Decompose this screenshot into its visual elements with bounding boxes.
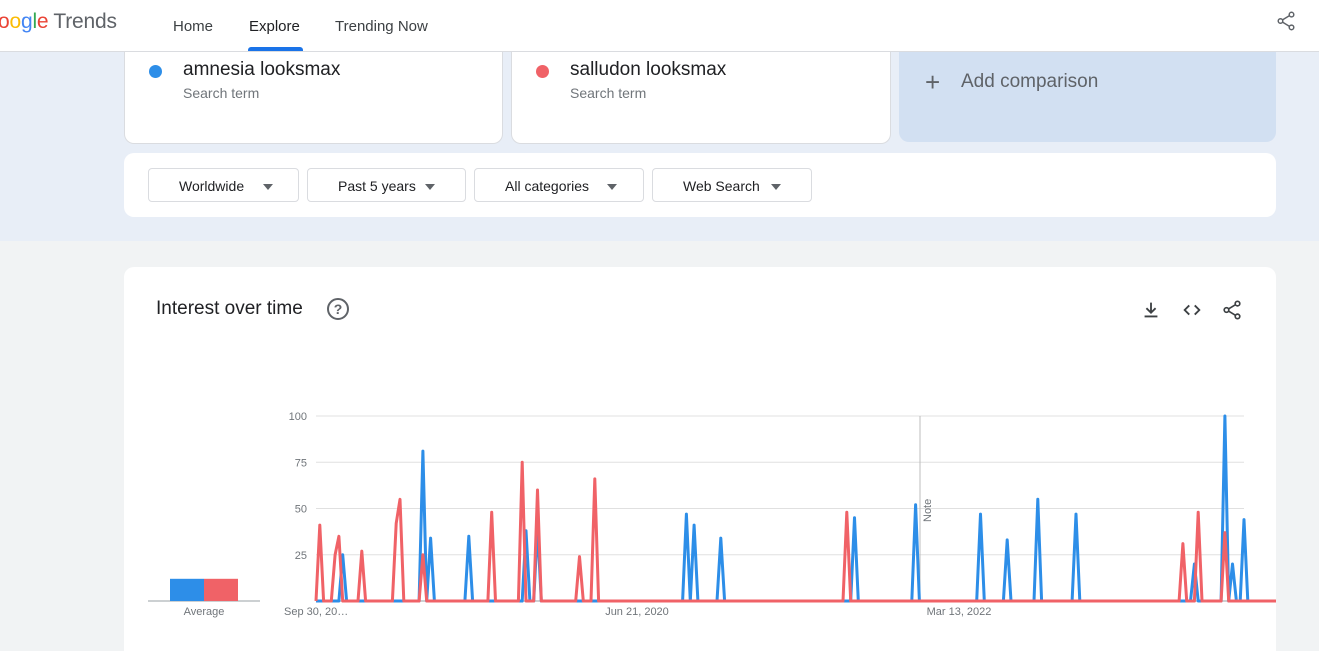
average-bar [170, 578, 204, 601]
filter-bar: Worldwide Past 5 years All categories We… [124, 153, 1276, 217]
term-name: amnesia looksmax [183, 59, 341, 80]
term-name: salludon looksmax [570, 59, 727, 80]
y-tick-label: 75 [295, 457, 307, 469]
share-icon[interactable] [1275, 10, 1297, 32]
nav-home[interactable]: Home [173, 0, 213, 52]
google-trends-logo[interactable]: oogle Trends [0, 10, 117, 34]
logo-trends-text: Trends [53, 10, 117, 33]
term-type: Search term [570, 85, 647, 101]
x-tick-label: Jun 21, 2020 [605, 606, 669, 618]
note-label: Note [922, 499, 934, 522]
caret-down-icon [607, 184, 617, 190]
average-label: Average [184, 606, 225, 618]
dropdown-label: Past 5 years [338, 178, 416, 194]
series-line-salludon [314, 460, 1276, 603]
y-tick-label: 50 [295, 504, 307, 516]
top-bar: oogle Trends Home Explore Trending Now [0, 0, 1319, 52]
search-type-dropdown[interactable]: Web Search [652, 168, 812, 202]
category-dropdown[interactable]: All categories [474, 168, 644, 202]
plus-icon: + [925, 67, 941, 97]
add-comparison-button[interactable]: + Add comparison [899, 52, 1276, 142]
dropdown-label: Worldwide [179, 178, 245, 194]
interest-over-time-card: Interest over time ? 25 50 75 100 Note Sep 30… [124, 267, 1276, 667]
time-range-dropdown[interactable]: Past 5 years [307, 168, 466, 202]
series-color-dot [149, 65, 162, 78]
average-bar [204, 578, 238, 601]
region-dropdown[interactable]: Worldwide [148, 168, 299, 202]
caret-down-icon [771, 184, 781, 190]
nav-trending-now[interactable]: Trending Now [335, 0, 428, 52]
interest-line-chart[interactable]: 25 50 75 100 Note Sep 30, 20… Jun 21, 2020 Mar … [124, 267, 1276, 651]
series-color-dot [536, 65, 549, 78]
term-card-amnesia[interactable]: amnesia looksmax Search term [124, 52, 503, 144]
dropdown-label: All categories [505, 178, 590, 194]
term-card-salludon[interactable]: salludon looksmax Search term [511, 52, 891, 144]
caret-down-icon [425, 184, 435, 190]
active-tab-indicator [248, 47, 303, 51]
add-comparison-label: Add comparison [961, 71, 1099, 92]
x-tick-label: Sep 30, 20… [284, 606, 348, 618]
term-type: Search term [183, 85, 260, 101]
caret-down-icon [263, 184, 273, 190]
y-tick-label: 100 [289, 411, 307, 423]
x-tick-label: Mar 13, 2022 [927, 606, 992, 618]
dropdown-label: Web Search [683, 178, 760, 194]
y-tick-label: 25 [295, 550, 307, 562]
nav-explore[interactable]: Explore [249, 0, 300, 52]
